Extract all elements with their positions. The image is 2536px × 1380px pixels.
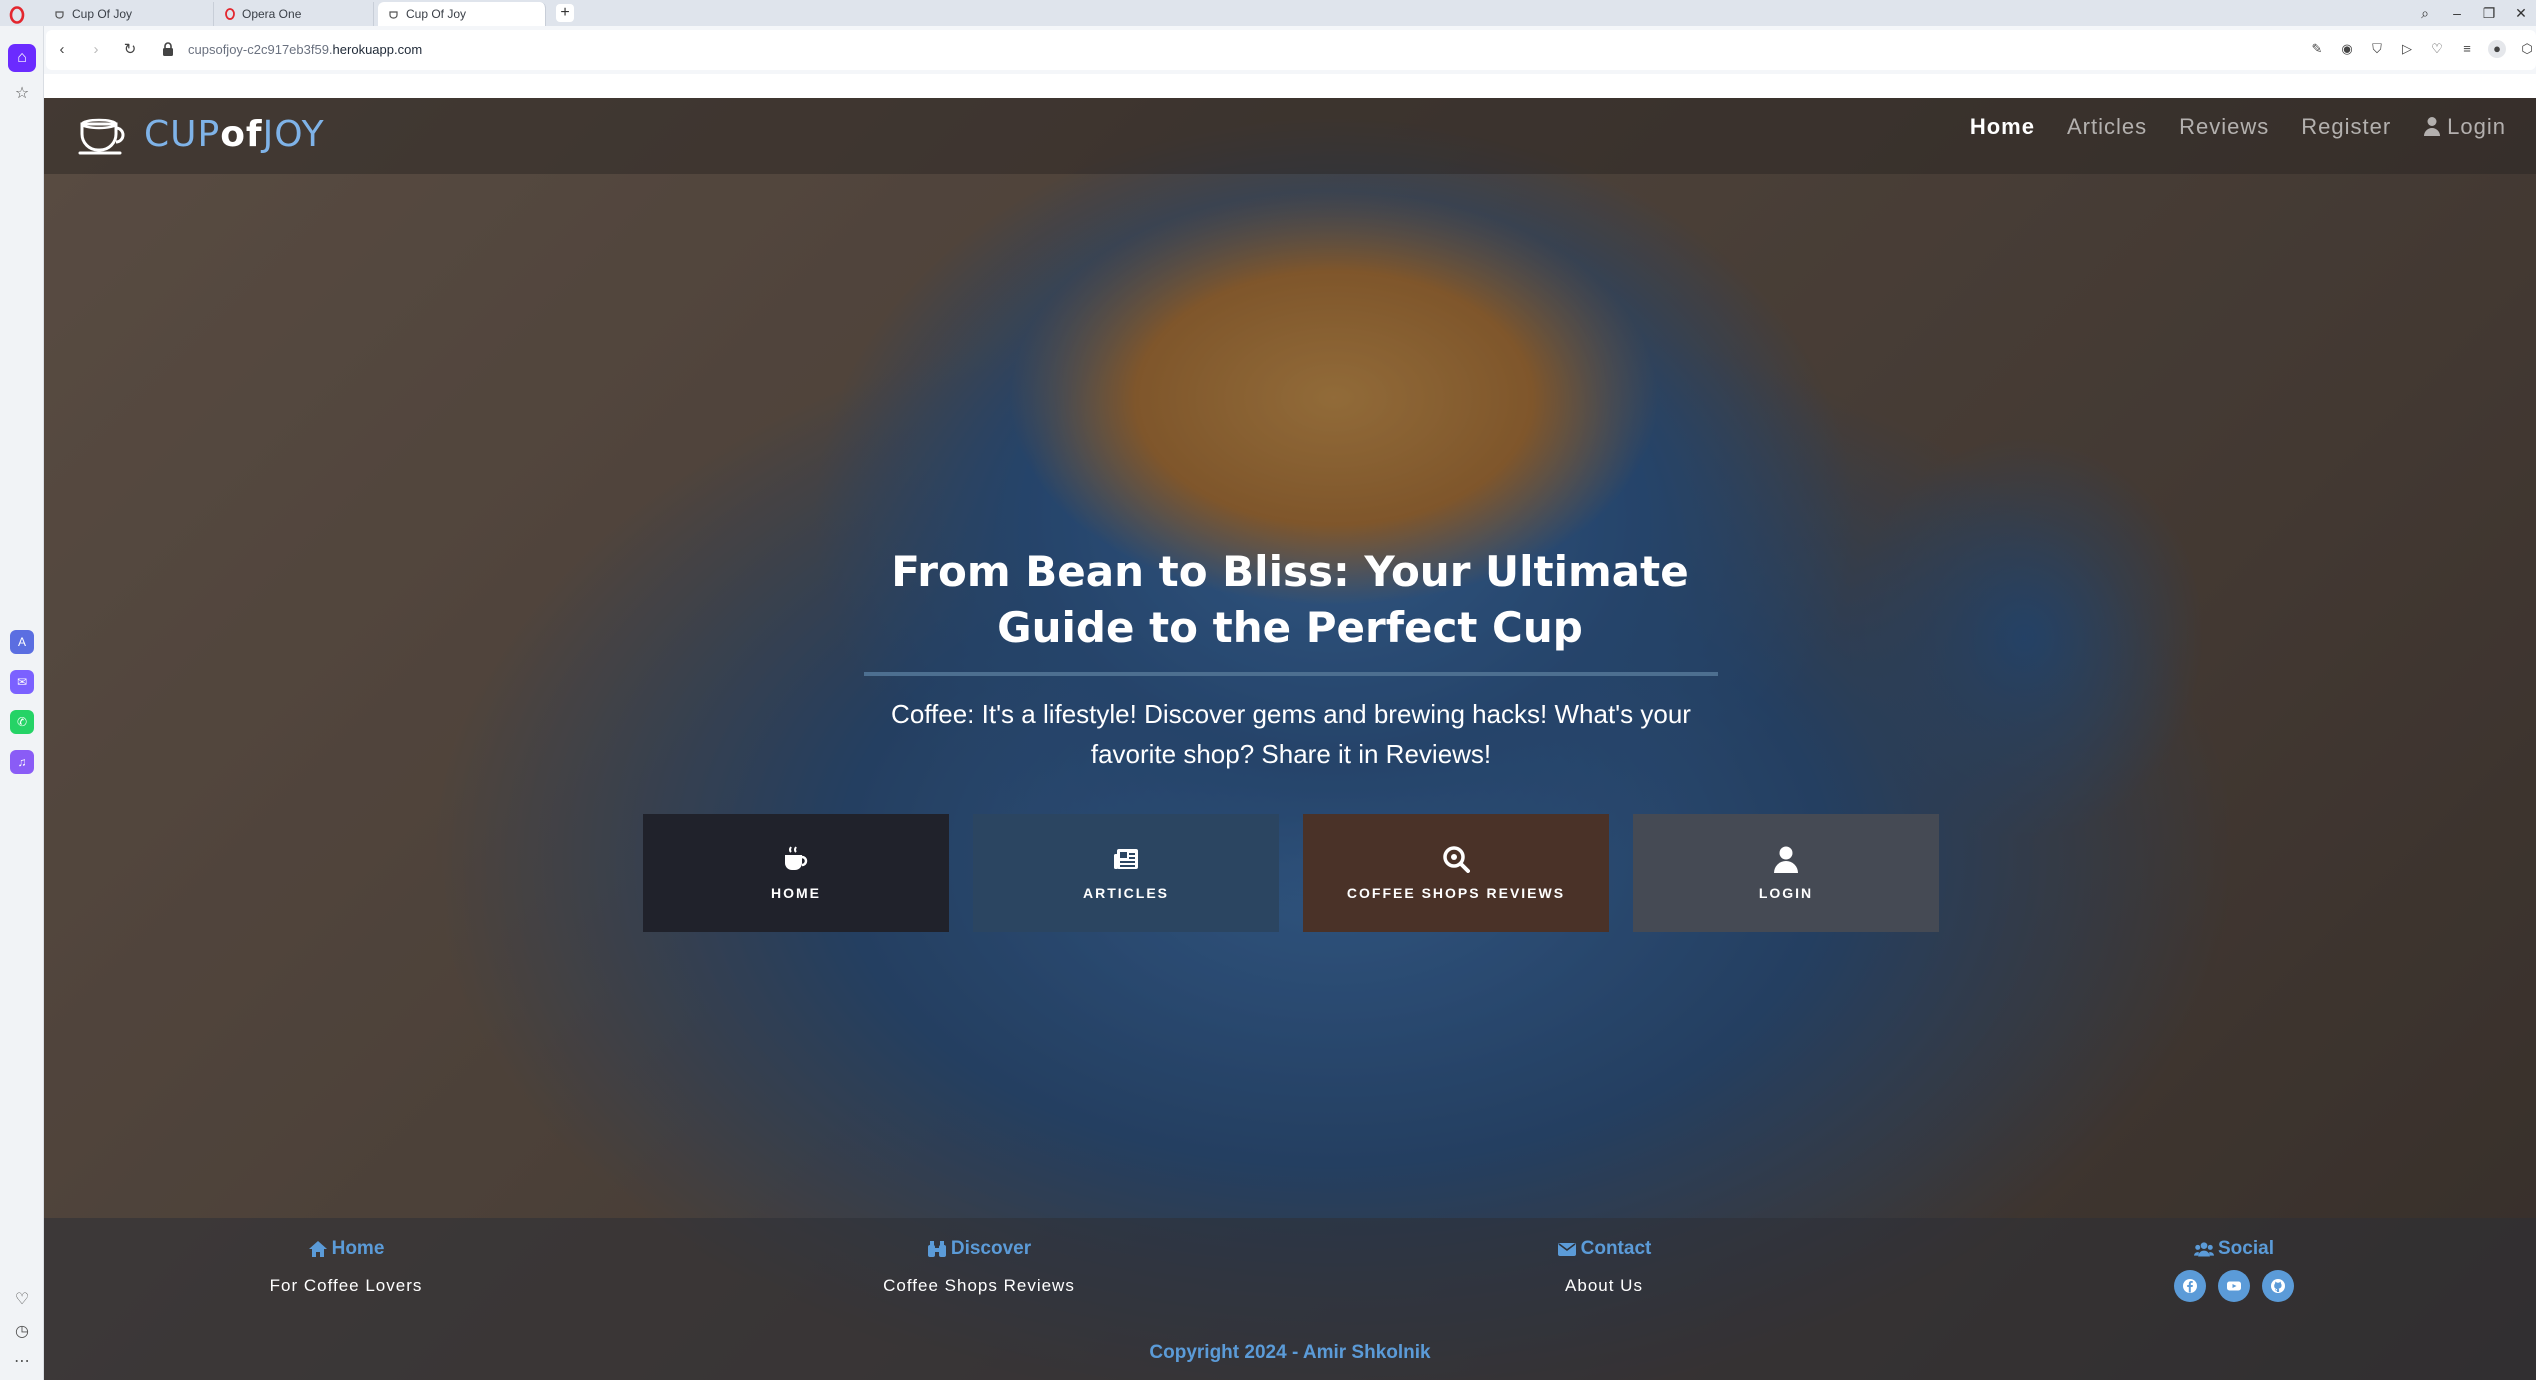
profile-icon[interactable]: ● xyxy=(2488,40,2506,58)
url-prefix: cupsofjoy-c2c917eb3f59. xyxy=(188,42,333,57)
hero-title: From Bean to Bliss: Your Ultimate Guide … xyxy=(891,547,1689,652)
music-player-icon[interactable]: ♫ xyxy=(10,750,34,774)
menu-icon[interactable]: ≡ xyxy=(2458,40,2476,58)
footer-discover-text[interactable]: Coffee Shops Reviews xyxy=(829,1276,1129,1296)
address-bar-row: ‹ › ↻ cupsofjoy-c2c917eb3f59.herokuapp.c… xyxy=(44,26,2536,74)
more-icon[interactable]: ⋯ xyxy=(8,1348,36,1376)
home-card-label: HOME xyxy=(771,885,821,901)
mug-hot-icon xyxy=(785,846,808,870)
hero-subtitle: Coffee: It's a lifestyle! Discover gems … xyxy=(891,699,1691,769)
binoculars-icon xyxy=(927,1241,946,1257)
login-card-button[interactable]: LOGIN xyxy=(1633,814,1939,932)
footer-social-column: Social xyxy=(2084,1238,2384,1302)
footer-contact-heading[interactable]: Contact xyxy=(1454,1238,1754,1260)
minimize-icon[interactable]: – xyxy=(2446,2,2468,24)
opera-sidebar: ⌂ ☆ A ✉ ✆ ♫ ♡ ◷ ⋯ xyxy=(0,26,44,1380)
footer-home-column: Home For Coffee Lovers xyxy=(196,1238,496,1296)
footer-discover-heading-label: Discover xyxy=(950,1238,1032,1259)
whatsapp-icon[interactable]: ✆ xyxy=(10,710,34,734)
reviews-card-label: COFFEE SHOPS REVIEWS xyxy=(1346,885,1566,901)
play-icon[interactable]: ▷ xyxy=(2398,40,2416,58)
hero-divider xyxy=(864,672,1718,676)
user-icon xyxy=(1774,846,1798,873)
footer-contact-column: Contact About Us xyxy=(1454,1238,1754,1296)
history-icon[interactable]: ◷ xyxy=(8,1318,36,1346)
tab-opera-one[interactable]: Opera One xyxy=(214,2,374,26)
footer-social-heading: Social xyxy=(2084,1238,2384,1260)
close-window-icon[interactable]: ✕ xyxy=(2510,2,2532,24)
heart-icon[interactable]: ♡ xyxy=(8,1286,36,1314)
footer-copyright: Copyright 2024 - Amir Shkolnik xyxy=(1149,1342,1431,1363)
house-icon xyxy=(308,1241,327,1257)
social-links xyxy=(2084,1270,2384,1302)
reviews-card-button[interactable]: COFFEE SHOPS REVIEWS xyxy=(1303,814,1609,932)
opera-favicon-icon xyxy=(225,8,235,20)
github-glyph-icon xyxy=(2271,1279,2285,1293)
articles-card-button[interactable]: ARTICLES xyxy=(973,814,1279,932)
cup-favicon-icon xyxy=(389,11,398,19)
facebook-glyph-icon xyxy=(2183,1279,2197,1293)
tab-label: Cup Of Joy xyxy=(72,7,133,21)
footer-discover-heading[interactable]: Discover xyxy=(829,1238,1129,1260)
back-icon[interactable]: ‹ xyxy=(52,40,72,60)
extensions-icon[interactable]: ⬡ xyxy=(2518,40,2536,58)
forward-icon[interactable]: › xyxy=(86,40,106,60)
url-text[interactable]: cupsofjoy-c2c917eb3f59.herokuapp.com xyxy=(188,42,422,57)
reload-icon[interactable]: ↻ xyxy=(120,40,140,60)
shield-icon[interactable]: ⛉ xyxy=(2368,40,2386,58)
heart-icon[interactable]: ♡ xyxy=(2428,40,2446,58)
tab-label: Opera One xyxy=(242,7,302,21)
magnifier-search-icon xyxy=(1443,846,1470,873)
home-icon[interactable]: ⌂ xyxy=(8,44,36,72)
new-tab-button[interactable]: + xyxy=(556,4,574,22)
opera-logo-icon[interactable] xyxy=(8,6,26,24)
articles-card-label: ARTICLES xyxy=(1083,885,1169,901)
cup-favicon-icon xyxy=(55,11,64,19)
feature-cards: HOME ARTICLES COFFEE SHOPS REVIEWS LOGIN xyxy=(643,814,1939,932)
restore-icon[interactable]: ❐ xyxy=(2478,2,2500,24)
lock-icon xyxy=(163,42,173,56)
messenger-icon[interactable]: ✉ xyxy=(10,670,34,694)
browser-tab-bar: Cup Of Joy Opera One Cup Of Joy + ⌕ – ❐ … xyxy=(0,0,2536,26)
hero-section: From Bean to Bliss: Your Ultimate Guide … xyxy=(44,98,2536,1380)
footer-home-heading[interactable]: Home xyxy=(196,1238,496,1260)
footer-home-heading-label: Home xyxy=(331,1238,385,1259)
users-group-icon xyxy=(2194,1242,2214,1257)
url-domain: herokuapp.com xyxy=(332,42,423,57)
footer-contact-text[interactable]: About Us xyxy=(1454,1276,1754,1296)
github-icon[interactable] xyxy=(2262,1270,2294,1302)
tab-cup-of-joy-1[interactable]: Cup Of Joy xyxy=(44,2,214,26)
footer-home-text[interactable]: For Coffee Lovers xyxy=(196,1276,496,1296)
tab-cup-of-joy-active[interactable]: Cup Of Joy xyxy=(378,2,546,26)
footer-discover-column: Discover Coffee Shops Reviews xyxy=(829,1238,1129,1296)
tab-label: Cup Of Joy xyxy=(406,7,467,21)
login-card-label: LOGIN xyxy=(1758,885,1814,901)
bookmarks-icon[interactable]: ☆ xyxy=(8,80,36,108)
youtube-icon[interactable] xyxy=(2218,1270,2250,1302)
website-viewport: CUPofJOY Home Articles Reviews Register … xyxy=(44,98,2536,1380)
facebook-icon[interactable] xyxy=(2174,1270,2206,1302)
home-card-button[interactable]: HOME xyxy=(643,814,949,932)
footer-contact-heading-label: Contact xyxy=(1580,1238,1652,1259)
envelope-icon xyxy=(1557,1243,1576,1256)
edit-icon[interactable]: ✎ xyxy=(2308,40,2326,58)
search-tabs-icon[interactable]: ⌕ xyxy=(2414,2,2436,24)
footer-social-heading-label: Social xyxy=(2218,1238,2274,1259)
toolbar-icons: ✎ ◉ ⛉ ▷ ♡ ≡ ● ⬡ xyxy=(2308,40,2536,58)
newspaper-icon xyxy=(1114,849,1138,869)
aria-ai-icon[interactable]: A xyxy=(10,630,34,654)
address-bar[interactable]: ‹ › ↻ cupsofjoy-c2c917eb3f59.herokuapp.c… xyxy=(46,30,2536,70)
youtube-glyph-icon xyxy=(2227,1281,2241,1291)
camera-icon[interactable]: ◉ xyxy=(2338,40,2356,58)
